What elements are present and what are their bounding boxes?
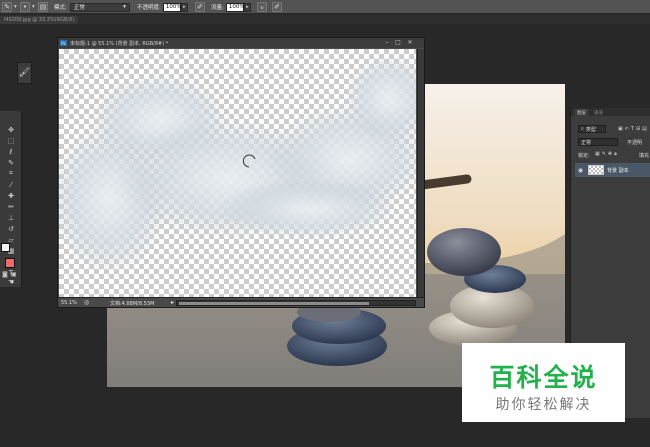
layer-filter-value: 类型: [585, 126, 596, 133]
blend-mode-value: 正常: [581, 139, 592, 146]
background-color-swatch[interactable]: [5, 258, 15, 268]
blend-mode-select[interactable]: 正常: [578, 138, 618, 146]
hand-tool[interactable]: ☚: [5, 277, 17, 286]
tab-layers[interactable]: 图层: [574, 109, 589, 116]
airbrush-icon: ℴ: [257, 2, 267, 12]
layer-filter-select[interactable]: ⌕ 类型: [578, 125, 606, 133]
eyedropper-tool[interactable]: ⁄: [5, 180, 17, 189]
clone-stamp-tool[interactable]: ⊥: [5, 213, 17, 222]
lasso-tool[interactable]: ℓ: [5, 147, 17, 156]
chevron-down-icon: ▾: [123, 4, 126, 10]
document-tab[interactable]: l40209.jpg @ 33.3%(RGB/8): [0, 16, 79, 24]
history-brush-tool[interactable]: ↺: [5, 224, 17, 233]
search-icon: ⌕: [581, 126, 584, 132]
quick-mask-icon[interactable]: ◙: [2, 271, 8, 278]
layer-row[interactable]: ◉ 背景 副本: [575, 163, 650, 177]
brush-tool[interactable]: ✏: [5, 202, 17, 211]
opacity-pressure-toggle[interactable]: ✐: [195, 2, 205, 12]
stamp-icon: ⊥: [7, 213, 15, 222]
document-tab-strip: l40209.jpg @ 33.3%(RGB/8): [0, 15, 650, 24]
horizontal-scrollbar[interactable]: [176, 300, 416, 306]
lasso-icon: ℓ: [9, 147, 13, 156]
horizontal-scroll-thumb[interactable]: [179, 302, 369, 305]
airbrush-toggle[interactable]: ℴ: [257, 2, 267, 12]
maximize-icon: □: [395, 39, 401, 46]
vertical-scrollbar[interactable]: [417, 49, 424, 297]
status-bar: 55.1% ◎ 文档:4.88M/8.53M ▸: [58, 297, 424, 307]
foreground-color-swatch[interactable]: [1, 243, 10, 252]
zoom-level[interactable]: 55.1%: [61, 300, 77, 306]
mode-label: 模式:: [54, 5, 67, 11]
layer-thumbnail: [588, 165, 604, 175]
crop-tool[interactable]: ⌗: [5, 169, 17, 178]
brush-panel-toggle[interactable]: ▤: [38, 2, 48, 12]
brush-icon: ✏: [8, 202, 14, 211]
opacity-input[interactable]: 100%: [162, 2, 182, 12]
document-title-bar[interactable]: Ps 未标题-1 @ 55.1% (背景 副本, RGB/8#) * – □ ✕: [58, 38, 424, 48]
pressure-size-toggle[interactable]: ✐: [272, 2, 282, 12]
brush-size-icon: •: [20, 2, 30, 12]
move-icon: ✥: [8, 125, 14, 134]
screen-mode-icon[interactable]: ▣: [11, 271, 17, 278]
brush-size-picker[interactable]: • ▾: [20, 2, 35, 12]
chevron-down-icon: ▾: [32, 4, 35, 10]
history-brush-icon: ↺: [8, 224, 14, 233]
document-size-info: 文档:4.88M/8.53M: [110, 301, 155, 307]
opacity-label: 不透明度:: [137, 5, 161, 11]
hand-icon: ☚: [7, 277, 15, 286]
brush-panel-icon: ▤: [38, 2, 48, 12]
flow-label: 流量:: [211, 5, 224, 11]
watermark: 百科全说 助你轻松解决: [462, 343, 625, 422]
options-bar: ✎ ▾ • ▾ ▤ 模式: 正常 ▾ 不透明度: 100% ▸ ✐ 流量: 10…: [0, 0, 650, 14]
eyedropper-icon: ⁄: [10, 180, 12, 189]
photoshop-doc-icon: Ps: [60, 40, 67, 46]
status-menu-arrow-icon[interactable]: ▸: [171, 299, 174, 306]
transparent-layer-canvas[interactable]: [59, 49, 416, 297]
mode-value: 正常: [73, 5, 85, 11]
close-button[interactable]: ✕: [406, 39, 414, 46]
pressure-size-icon: ✐: [272, 2, 282, 12]
minimize-icon: –: [385, 39, 389, 46]
maximize-button[interactable]: □: [394, 39, 402, 46]
brush-preset-icon: 🖌︎: [18, 68, 31, 78]
quick-selection-icon: ✎: [8, 158, 14, 167]
close-icon: ✕: [407, 39, 413, 46]
document-title: 未标题-1 @ 55.1% (背景 副本, RGB/8#) *: [70, 40, 169, 47]
watermark-subtitle: 助你轻松解决: [495, 397, 592, 413]
move-tool[interactable]: ✥: [5, 125, 17, 134]
quick-selection-tool[interactable]: ✎: [5, 158, 17, 167]
flow-dropdown-button[interactable]: ▸: [243, 2, 251, 12]
layer-opacity-label: 不透明: [627, 140, 643, 146]
mode-select[interactable]: 正常 ▾: [69, 2, 130, 12]
document-tab-label: l40209.jpg @ 33.3%(RGB/8): [4, 17, 75, 23]
eye-icon[interactable]: ◉: [577, 167, 584, 174]
opacity-dropdown-button[interactable]: ▸: [180, 2, 188, 12]
document-window: Ps 未标题-1 @ 55.1% (背景 副本, RGB/8#) * – □ ✕: [57, 37, 425, 308]
flow-input[interactable]: 100%: [225, 2, 245, 12]
lock-icons[interactable]: ▦✎✥🔒︎: [595, 151, 619, 157]
brush-tool-icon: ✎: [2, 2, 12, 12]
filter-icons[interactable]: ▣✍T⊞▤: [618, 126, 649, 132]
tool-preset-picker[interactable]: ✎ ▾: [2, 2, 17, 12]
marquee-tool[interactable]: ⬚: [5, 136, 17, 145]
chevron-down-icon: ▾: [14, 4, 17, 10]
tool-presets-panel-button[interactable]: 🖌︎: [17, 62, 32, 84]
marquee-icon: ⬚: [7, 136, 15, 145]
bandage-icon: ✚: [8, 191, 14, 200]
layer-name: 背景 副本: [607, 167, 629, 174]
healing-brush-tool[interactable]: ✚: [5, 191, 17, 200]
tab-channels[interactable]: 通道: [591, 109, 606, 116]
water-splash-layer: [59, 54, 416, 274]
watermark-title: 百科全说: [489, 363, 598, 392]
crop-icon: ⌗: [9, 169, 13, 177]
lock-label: 锁定:: [578, 153, 590, 159]
status-info-icon[interactable]: ◎: [84, 299, 89, 306]
minimize-button[interactable]: –: [383, 39, 391, 46]
pressure-opacity-icon: ✐: [195, 2, 205, 12]
panel-tab-row: 图层 通道: [571, 108, 650, 116]
fill-label: 填充: [639, 153, 650, 159]
